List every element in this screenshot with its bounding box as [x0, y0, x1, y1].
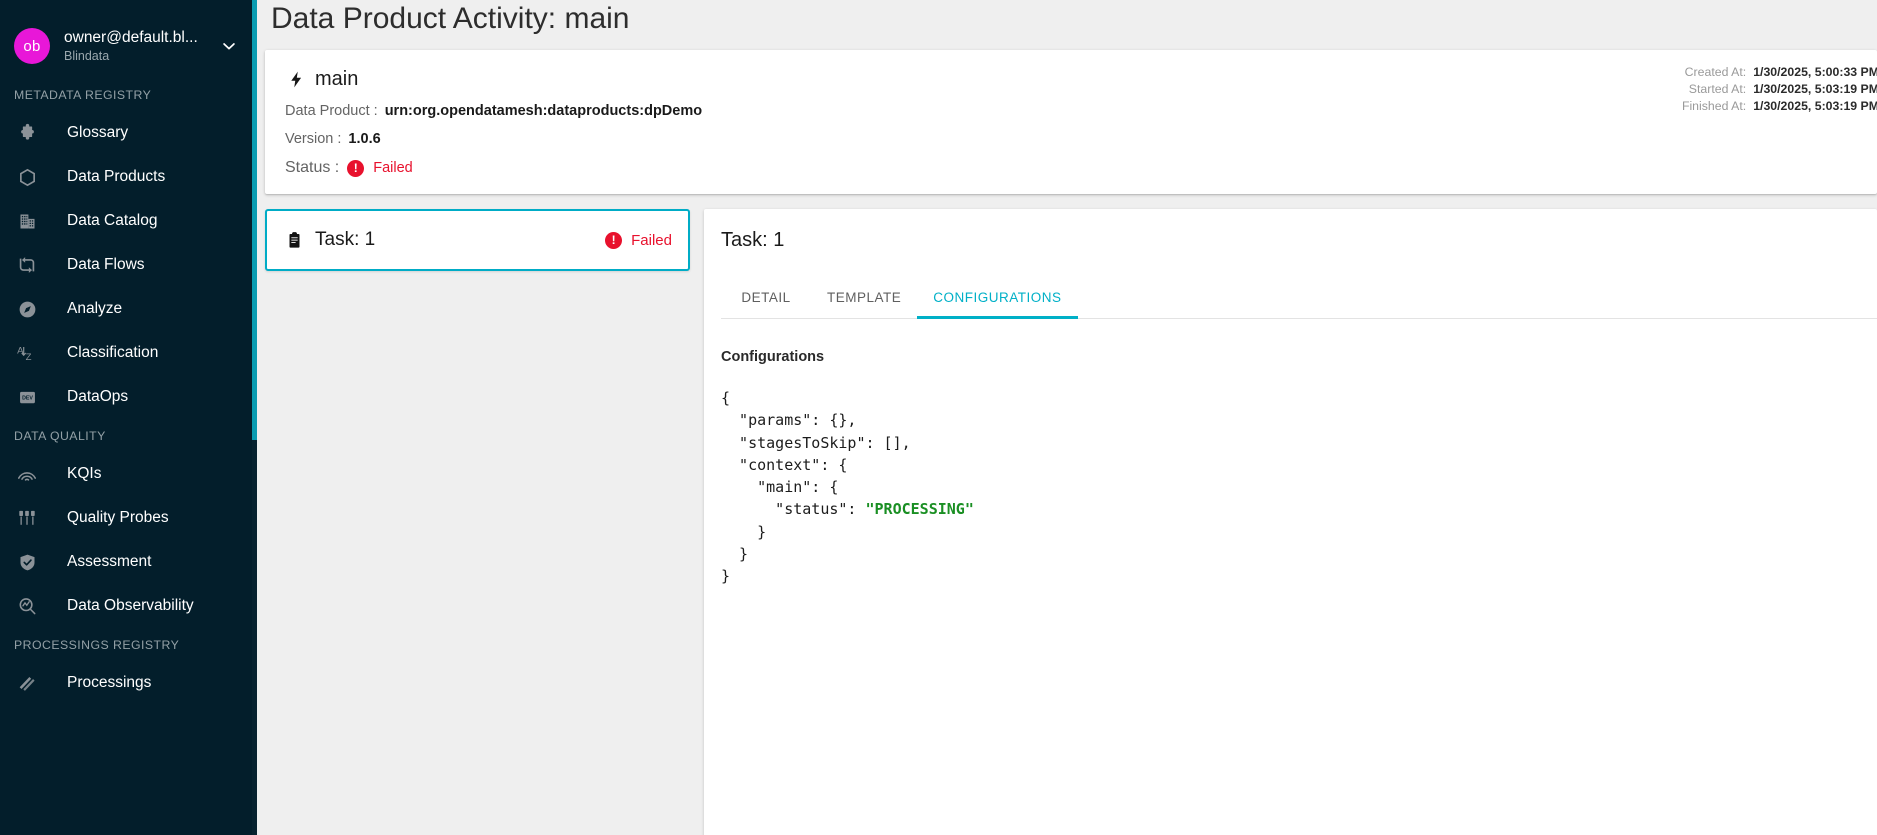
configurations-heading: Configurations	[721, 349, 825, 365]
field-value: 1.0.6	[348, 131, 381, 147]
timestamp-label: Started At:	[1688, 82, 1747, 96]
sidebar-item-label: Glossary	[67, 124, 129, 141]
main-content: Data Product Activity: main main Data Pr…	[257, 0, 1877, 835]
lightning-bolt-icon	[285, 69, 307, 91]
sidebar-item-label: Data Products	[67, 168, 166, 185]
timestamp-value: 1/30/2025, 5:03:19 PM	[1753, 99, 1877, 113]
shield-check-icon	[14, 549, 40, 575]
status-badge: Failed	[631, 231, 672, 249]
compass-icon	[14, 296, 40, 322]
user-account-switcher[interactable]: ob owner@default.bl... Blindata	[0, 16, 257, 78]
sidebar-item-label: Analyze	[67, 300, 123, 317]
sidebar-item-dataops[interactable]: DEV DataOps	[0, 375, 257, 419]
svg-text:DEV: DEV	[22, 395, 33, 401]
sidebar-item-processings[interactable]: Processings	[0, 661, 257, 705]
field-label: Version :	[285, 131, 342, 147]
page-title: Data Product Activity: main	[257, 0, 1877, 38]
sidebar-item-data-products[interactable]: Data Products	[0, 155, 257, 199]
field-label: Status :	[285, 159, 340, 176]
activity-timestamps: Created At: 1/30/2025, 5:00:33 PM Starte…	[1682, 64, 1877, 115]
sidebar-item-label: Data Flows	[67, 256, 145, 273]
data-flow-arrows-icon	[14, 252, 40, 278]
sidebar-item-data-flows[interactable]: Data Flows	[0, 243, 257, 287]
tasks-detail-split: Task: 1 ! Failed Task: 1 DETAIL TEMPLATE…	[265, 209, 1877, 835]
activity-status-row: Status : ! Failed	[285, 159, 1857, 177]
configurations-json: { "params": {}, "stagesToSkip": [], "con…	[721, 387, 1877, 588]
user-info: owner@default.bl... Blindata	[64, 28, 218, 64]
sidebar-item-data-observability[interactable]: Data Observability	[0, 584, 257, 628]
sidebar-item-label: Data Catalog	[67, 212, 158, 229]
az-sort-icon: A Z	[14, 340, 40, 366]
avatar: ob	[14, 28, 50, 64]
activity-name: main	[315, 68, 359, 90]
brand-logo-strip[interactable]	[0, 0, 257, 16]
clipboard-icon	[284, 230, 304, 250]
json-code-post: } } }	[721, 522, 767, 586]
speedometer-icon	[14, 461, 40, 487]
sidebar-item-glossary[interactable]: Glossary	[0, 111, 257, 155]
sidebar-item-assessment[interactable]: Assessment	[0, 540, 257, 584]
app-root: ob owner@default.bl... Blindata METADATA…	[0, 0, 1877, 835]
task-status: ! Failed	[597, 231, 672, 249]
sidebar-item-kqis[interactable]: KQIs	[0, 452, 257, 496]
chevron-down-icon[interactable]	[218, 35, 240, 57]
nav-section-processings-registry: PROCESSINGS REGISTRY	[14, 638, 180, 652]
user-org: Blindata	[64, 49, 110, 63]
task-detail-panel: Task: 1 DETAIL TEMPLATE CONFIGURATIONS C…	[704, 209, 1877, 835]
task-list: Task: 1 ! Failed	[265, 209, 690, 835]
sliders-icon	[14, 505, 40, 531]
task-detail-tabs: DETAIL TEMPLATE CONFIGURATIONS	[721, 275, 1877, 319]
error-exclamation-icon: !	[605, 231, 623, 249]
tab-detail[interactable]: DETAIL	[721, 275, 811, 319]
blindata-logo-icon	[43, 0, 87, 14]
dev-badge-icon: DEV	[14, 384, 40, 410]
puzzle-piece-icon	[14, 120, 40, 146]
sidebar-item-label: Processings	[67, 674, 152, 691]
tab-configurations[interactable]: CONFIGURATIONS	[917, 275, 1078, 319]
sidebar: ob owner@default.bl... Blindata METADATA…	[0, 0, 257, 835]
layers-diagonal-icon	[14, 670, 40, 696]
sidebar-item-label: Assessment	[67, 553, 152, 570]
timestamp-label: Created At:	[1684, 65, 1747, 79]
sidebar-scroll-area: ob owner@default.bl... Blindata METADATA…	[0, 0, 257, 835]
sidebar-item-label: Data Observability	[67, 597, 194, 614]
sidebar-item-label: KQIs	[67, 465, 102, 482]
task-detail-title: Task: 1	[721, 229, 785, 251]
svg-text:Z: Z	[26, 352, 32, 363]
sidebar-item-quality-probes[interactable]: Quality Probes	[0, 496, 257, 540]
activity-card-body: main Data Product : urn:org.opendatamesh…	[265, 50, 1877, 194]
nav-section-data-quality: DATA QUALITY	[14, 429, 106, 443]
activity-summary-card: main Data Product : urn:org.opendatamesh…	[265, 50, 1877, 194]
sidebar-item-label: Classification	[67, 344, 159, 361]
timestamp-value: 1/30/2025, 5:03:19 PM	[1753, 82, 1877, 96]
field-value: urn:org.opendatamesh:dataproducts:dpDemo	[384, 103, 703, 119]
sidebar-item-classification[interactable]: A Z Classification	[0, 331, 257, 375]
timestamp-value: 1/30/2025, 5:00:33 PM	[1753, 65, 1877, 79]
tab-template[interactable]: TEMPLATE	[811, 275, 917, 319]
activity-name-row: main	[285, 68, 1857, 91]
sidebar-item-label: DataOps	[67, 388, 129, 405]
timestamp-label: Finished At:	[1681, 99, 1747, 113]
error-exclamation-icon: !	[347, 159, 365, 177]
hexagon-icon	[14, 164, 40, 190]
field-label: Data Product :	[285, 103, 378, 119]
activity-field-data-product: Data Product : urn:org.opendatamesh:data…	[285, 103, 1857, 119]
task-list-item[interactable]: Task: 1 ! Failed	[265, 209, 690, 271]
nav-section-metadata-registry: METADATA REGISTRY	[14, 88, 152, 102]
task-label: Task: 1	[315, 229, 376, 250]
timestamp-created: Created At: 1/30/2025, 5:00:33 PM	[1682, 64, 1877, 81]
status-badge: Failed	[373, 160, 413, 176]
json-code-string: "PROCESSING"	[865, 500, 974, 519]
timestamp-finished: Finished At: 1/30/2025, 5:03:19 PM	[1682, 98, 1877, 115]
sidebar-item-data-catalog[interactable]: Data Catalog	[0, 199, 257, 243]
sidebar-item-analyze[interactable]: Analyze	[0, 287, 257, 331]
sidebar-item-label: Quality Probes	[67, 509, 169, 526]
building-icon	[14, 208, 40, 234]
activity-field-version: Version : 1.0.6	[285, 131, 1857, 147]
timestamp-started: Started At: 1/30/2025, 5:03:19 PM	[1682, 81, 1877, 98]
user-email: owner@default.bl...	[64, 29, 198, 46]
magnifier-chart-icon	[14, 593, 40, 619]
